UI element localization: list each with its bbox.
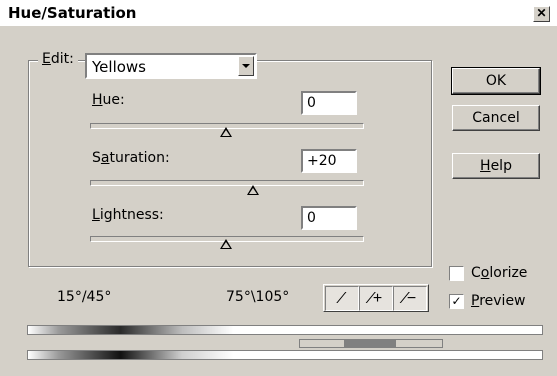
saturation-slider-track[interactable]: [90, 180, 364, 186]
saturation-slider-thumb[interactable]: [247, 185, 259, 195]
lightness-slider-thumb[interactable]: [220, 239, 232, 249]
edit-range-value: Yellows: [92, 58, 146, 76]
dialog-title: Hue/Saturation: [8, 4, 137, 22]
range-right-readout: 75°\105°: [226, 289, 290, 305]
range-left-falloff[interactable]: [299, 339, 345, 348]
eyedropper-group: ⁄ ⁄+ ⁄−: [323, 284, 429, 312]
eyedropper-icon[interactable]: ⁄: [325, 286, 359, 311]
edit-range-select[interactable]: Yellows: [85, 53, 257, 79]
colorize-label: Colorize: [471, 265, 528, 281]
title-bar: Hue/Saturation ✕: [0, 0, 557, 26]
eyedropper-plus-icon[interactable]: ⁄+: [359, 286, 393, 311]
preview-checkbox[interactable]: ✓: [449, 294, 464, 309]
hue-label: Hue:: [92, 92, 125, 108]
dropdown-arrow-icon[interactable]: [238, 56, 254, 76]
saturation-input[interactable]: +20: [301, 149, 357, 173]
range-center[interactable]: [345, 339, 395, 348]
close-button[interactable]: ✕: [533, 6, 550, 22]
preview-label: Preview: [471, 293, 526, 309]
output-color-bar: [27, 350, 543, 360]
saturation-label: Saturation:: [92, 150, 170, 166]
range-right-falloff[interactable]: [395, 339, 443, 348]
color-range-slider[interactable]: [27, 338, 543, 349]
close-icon: ✕: [536, 6, 547, 20]
ok-button[interactable]: OK: [451, 67, 541, 95]
eyedropper-minus-icon[interactable]: ⁄−: [393, 286, 427, 311]
range-left-readout: 15°/45°: [57, 289, 112, 305]
help-button[interactable]: Help: [452, 153, 540, 179]
hue-saturation-dialog: Hue/Saturation ✕ Edit: Yellows Hue: 0 Sa…: [0, 0, 557, 376]
lightness-input[interactable]: 0: [301, 206, 357, 230]
input-color-bar: [27, 325, 543, 335]
hue-input[interactable]: 0: [301, 91, 357, 115]
lightness-label: Lightness:: [92, 207, 164, 223]
colorize-checkbox[interactable]: [449, 266, 464, 281]
cancel-button[interactable]: Cancel: [452, 105, 540, 131]
edit-label: Edit:: [38, 51, 78, 67]
hue-slider-thumb[interactable]: [220, 127, 232, 137]
